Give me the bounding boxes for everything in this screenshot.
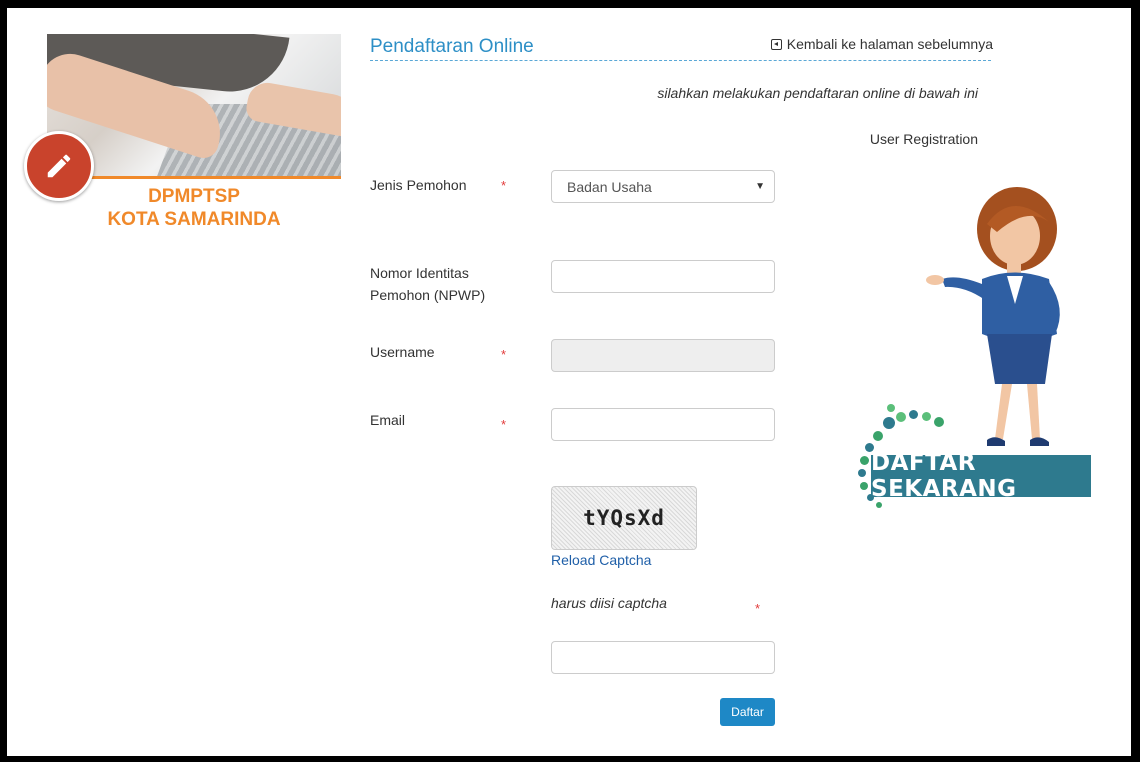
required-mark: *: [501, 417, 507, 432]
required-mark: *: [755, 601, 761, 616]
brand-name: DPMPTSP KOTA SAMARINDA: [47, 185, 341, 231]
jenis-pemohon-select[interactable]: Badan Usaha ▼: [551, 170, 775, 203]
caret-square-left-icon: [770, 38, 782, 50]
daftar-sekarang-banner: DAFTAR SEKARANG: [871, 450, 1091, 502]
section-heading: User Registration: [869, 131, 978, 147]
npwp-input[interactable]: [551, 260, 775, 293]
captcha-note: harus diisi captcha: [551, 595, 667, 611]
jenis-pemohon-label: Jenis Pemohon: [370, 177, 467, 193]
npwp-label-line-2: Pemohon (NPWP): [370, 287, 486, 303]
required-mark: *: [501, 178, 507, 193]
captcha-image: tYQsXd: [551, 486, 697, 550]
register-illustration: DAFTAR SEKARANG: [827, 184, 1097, 514]
npwp-label: Nomor Identitas Pemohon (NPWP): [370, 262, 485, 306]
woman-illustration: [926, 187, 1060, 446]
daftar-button[interactable]: Daftar: [720, 698, 775, 726]
npwp-label-line-1: Nomor Identitas: [370, 265, 469, 281]
captcha-text: tYQsXd: [583, 506, 665, 530]
brand-line-2: KOTA SAMARINDA: [107, 209, 281, 230]
page-frame: DPMPTSP KOTA SAMARINDA Pendaftaran Onlin…: [7, 8, 1131, 756]
page-subtitle: silahkan melakukan pendaftaran online di…: [657, 85, 978, 101]
caret-down-icon: ▼: [755, 181, 765, 192]
username-label: Username: [370, 344, 435, 360]
email-label: Email: [370, 412, 406, 428]
jenis-pemohon-value: Badan Usaha: [567, 178, 652, 195]
back-link-label: Kembali ke halaman sebelumnya: [786, 36, 993, 52]
email-input[interactable]: [551, 408, 775, 441]
back-link[interactable]: Kembali ke halaman sebelumnya: [770, 36, 993, 52]
captcha-input[interactable]: [551, 641, 775, 674]
brand-block: DPMPTSP KOTA SAMARINDA: [24, 34, 341, 231]
username-input[interactable]: [551, 339, 775, 372]
pencil-icon: [24, 131, 94, 201]
page-title: Pendaftaran Online: [370, 36, 534, 57]
brand-line-1: DPMPTSP: [148, 186, 240, 207]
reload-captcha-link[interactable]: Reload Captcha: [551, 552, 651, 568]
required-mark: *: [501, 347, 507, 362]
header-divider: [370, 60, 991, 61]
